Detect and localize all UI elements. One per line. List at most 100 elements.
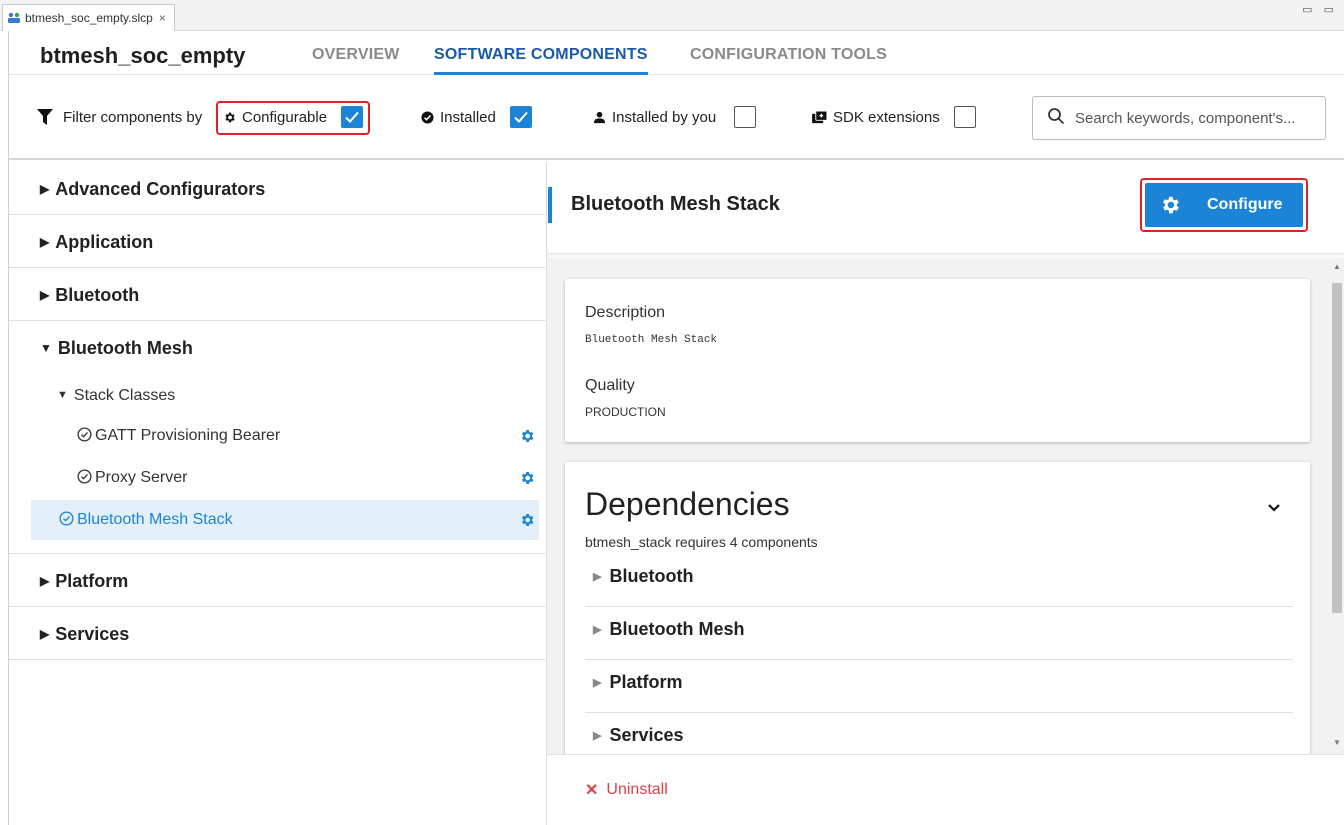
tree-item-bluetooth-mesh-stack[interactable]: Bluetooth Mesh Stack — [31, 500, 539, 540]
tree-category-advanced-configurators[interactable]: ▶ Advanced Configurators — [9, 162, 547, 215]
description-card: Description Bluetooth Mesh Stack Quality… — [565, 279, 1310, 442]
component-tree: ▶ Advanced Configurators ▶ Application ▶ Bl… — [9, 162, 547, 825]
scrollbar-thumb[interactable] — [1332, 283, 1342, 613]
tree-category-platform[interactable]: ▶ Platform — [9, 554, 547, 607]
category-label: Bluetooth Mesh — [57, 338, 193, 358]
item-label: Proxy Server — [95, 469, 188, 486]
dependency-row-bluetooth-mesh[interactable]: ▶ Bluetooth Mesh — [585, 607, 1293, 660]
collapse-arrow-icon: ▼ — [57, 389, 68, 401]
installed-by-you-checkbox[interactable] — [734, 106, 756, 128]
tree-subgroup-stack-classes[interactable]: ▼ Stack Classes — [9, 376, 547, 416]
expand-arrow-icon: ▶ — [40, 235, 50, 249]
tree-item-proxy-server[interactable]: Proxy Server — [9, 458, 547, 498]
item-label: GATT Provisioning Bearer — [95, 427, 281, 444]
category-label: Bluetooth — [55, 285, 140, 305]
dependency-label: Platform — [609, 672, 683, 692]
dependency-row-bluetooth[interactable]: ▶ Bluetooth — [585, 554, 1293, 607]
header-accent-bar — [548, 187, 552, 223]
dependency-label: Bluetooth Mesh — [609, 619, 745, 639]
window-controls[interactable]: ▭ ▭ — [1302, 3, 1338, 16]
configure-button[interactable]: Configure — [1145, 183, 1303, 227]
item-label: Bluetooth Mesh Stack — [77, 511, 233, 528]
sdk-extensions-checkbox[interactable] — [954, 106, 976, 128]
subgroup-label: Stack Classes — [73, 387, 176, 404]
configurable-checkbox[interactable] — [341, 106, 363, 128]
editor-tab[interactable]: btmesh_soc_empty.slcp × — [2, 4, 175, 31]
sdk-extensions-filter-label: SDK extensions — [812, 109, 940, 126]
expand-arrow-icon: ▶ — [40, 288, 50, 302]
check-circle-icon — [421, 111, 434, 124]
gear-icon — [1163, 196, 1179, 214]
scroll-down-arrow-icon[interactable]: ▼ — [1333, 738, 1341, 747]
close-x-icon: ✕ — [585, 782, 599, 799]
tree-category-bluetooth[interactable]: ▶ Bluetooth — [9, 268, 547, 321]
filter-bar: Filter components by Configurable Instal… — [9, 75, 1344, 160]
uninstall-button[interactable]: ✕ Uninstall — [585, 780, 668, 800]
dependencies-card: Dependencies btmesh_stack requires 4 com… — [565, 462, 1310, 754]
expand-arrow-icon: ▶ — [593, 730, 602, 742]
tree-item-gatt-provisioning-bearer[interactable]: GATT Provisioning Bearer — [9, 416, 547, 456]
close-icon[interactable]: × — [159, 11, 166, 25]
scroll-up-arrow-icon[interactable]: ▲ — [1333, 262, 1341, 271]
tree-category-application[interactable]: ▶ Application — [9, 215, 547, 268]
expand-arrow-icon: ▶ — [593, 677, 602, 689]
editor-tab-bar: btmesh_soc_empty.slcp × ▭ ▭ — [0, 0, 1344, 31]
person-icon — [593, 111, 606, 124]
editor-area: btmesh_soc_empty OVERVIEW SOFTWARE COMPO… — [8, 31, 1344, 825]
check-circle-icon — [77, 469, 92, 484]
chevron-down-icon[interactable] — [1267, 500, 1281, 518]
filter-label: Filter components by — [63, 109, 203, 126]
configure-gear-icon[interactable] — [519, 428, 535, 449]
description-label: Description — [585, 304, 666, 321]
dependency-row-services[interactable]: ▶ Services — [585, 713, 1293, 754]
category-label: Application — [55, 232, 154, 252]
detail-header: Bluetooth Mesh Stack Configure — [547, 162, 1344, 254]
expand-arrow-icon: ▶ — [40, 627, 50, 641]
dependencies-summary: btmesh_stack requires 4 components — [585, 534, 818, 550]
sdk-extensions-label-text: SDK extensions — [833, 109, 940, 126]
search-input[interactable] — [1075, 109, 1315, 127]
quality-value: PRODUCTION — [585, 405, 666, 419]
detail-scrollbar[interactable]: ▲ ▼ — [1329, 258, 1344, 754]
expand-arrow-icon: ▶ — [593, 571, 602, 583]
editor-tab-filename: btmesh_soc_empty.slcp — [25, 11, 153, 25]
filter-icon — [37, 109, 53, 131]
tab-software-components[interactable]: SOFTWARE COMPONENTS — [434, 46, 648, 75]
dependencies-title: Dependencies — [585, 486, 790, 522]
configure-gear-icon[interactable] — [519, 470, 535, 491]
installed-checkbox[interactable] — [510, 106, 532, 128]
description-value: Bluetooth Mesh Stack — [585, 334, 718, 346]
tab-overview[interactable]: OVERVIEW — [312, 46, 400, 64]
project-title: btmesh_soc_empty — [40, 43, 246, 68]
dependency-row-platform[interactable]: ▶ Platform — [585, 660, 1293, 713]
uninstall-label: Uninstall — [606, 781, 668, 798]
configure-label: Configure — [1207, 196, 1283, 213]
search-box[interactable] — [1032, 96, 1326, 140]
detail-footer: ✕ Uninstall — [547, 754, 1344, 825]
tab-configuration-tools[interactable]: CONFIGURATION TOOLS — [690, 46, 887, 64]
expand-arrow-icon: ▶ — [40, 182, 50, 196]
installed-label-text: Installed — [440, 109, 496, 126]
installed-filter-label: Installed — [421, 109, 496, 126]
category-label: Advanced Configurators — [55, 179, 266, 199]
check-circle-icon — [77, 427, 92, 442]
detail-scroll-area[interactable]: Description Bluetooth Mesh Stack Quality… — [547, 258, 1344, 754]
component-detail-panel: Bluetooth Mesh Stack Configure Descripti… — [547, 162, 1344, 825]
tree-category-services[interactable]: ▶ Services — [9, 607, 547, 660]
dependency-label: Bluetooth — [609, 566, 694, 586]
expand-arrow-icon: ▶ — [593, 624, 602, 636]
installed-by-you-filter-label: Installed by you — [593, 109, 716, 126]
quality-label: Quality — [585, 377, 635, 394]
project-icon — [7, 12, 21, 24]
search-icon — [1047, 107, 1065, 130]
installed-by-you-label-text: Installed by you — [612, 109, 717, 126]
configurable-filter-label: Configurable — [223, 109, 327, 126]
collapse-arrow-icon: ▼ — [40, 341, 52, 355]
top-nav: btmesh_soc_empty OVERVIEW SOFTWARE COMPO… — [9, 31, 1344, 75]
configurable-label-text: Configurable — [242, 109, 328, 126]
configure-gear-icon[interactable] — [519, 512, 535, 533]
check-circle-icon — [59, 511, 74, 526]
dependency-label: Services — [609, 725, 684, 745]
category-label: Services — [55, 624, 130, 644]
expand-arrow-icon: ▶ — [40, 574, 50, 588]
